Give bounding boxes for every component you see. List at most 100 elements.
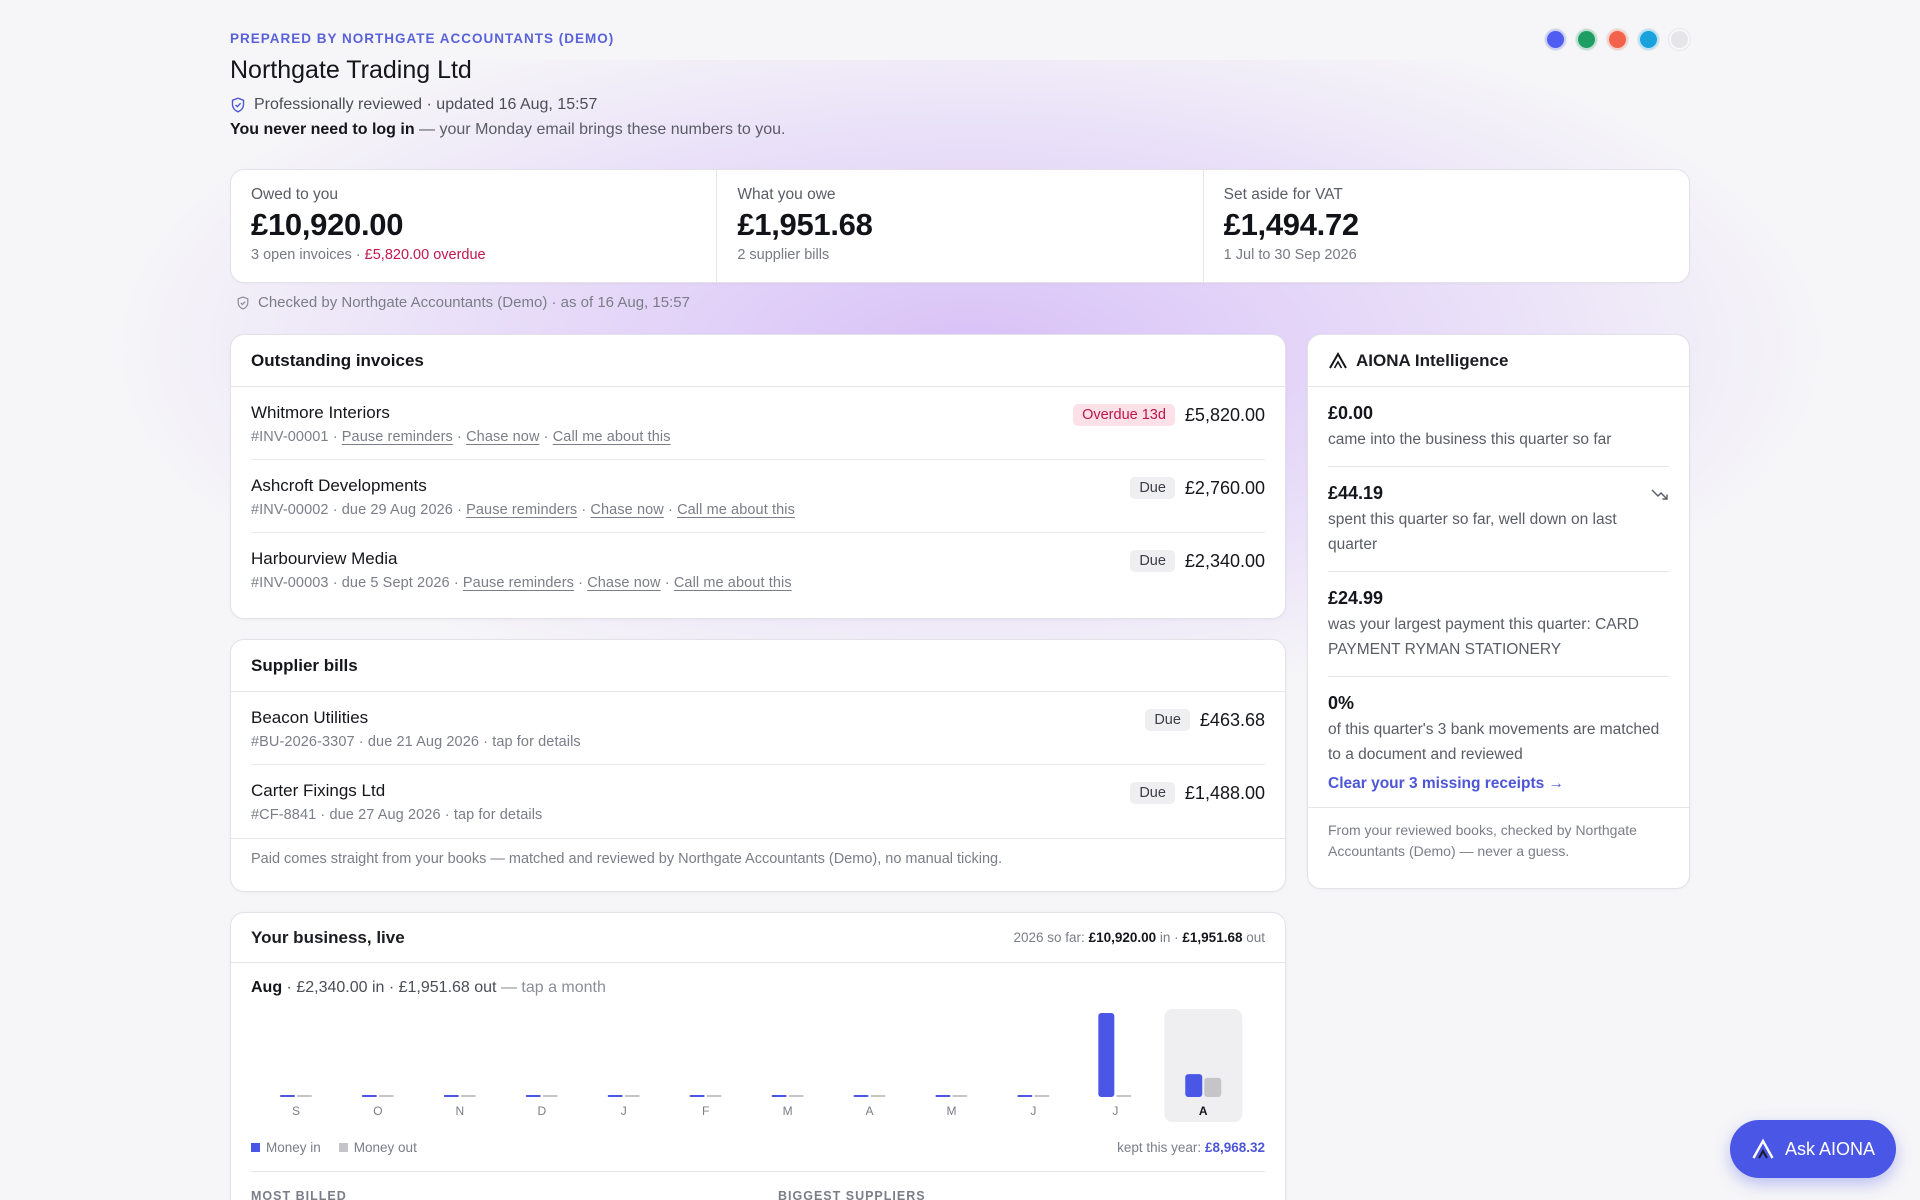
owed-value: £10,920.00: [251, 207, 404, 242]
bill-row[interactable]: Carter Fixings Ltd #CF-8841 · due 27 Aug …: [251, 765, 1265, 838]
money-in-bar: [443, 1095, 459, 1097]
invoice-client: Harbourview Media: [251, 549, 398, 568]
invoice-row[interactable]: Harbourview Media #INV-00003 · due 5 Sept…: [251, 533, 1265, 606]
divider: [251, 1171, 1265, 1172]
company-name: Northgate Trading Ltd: [230, 56, 472, 84]
call-me-link[interactable]: Call me about this: [674, 575, 792, 591]
owed-to-you-tile[interactable]: Owed to you £10,920.00 3 open invoices ·…: [231, 170, 718, 282]
vat-value: £1,494.72: [1223, 207, 1360, 242]
bill-row[interactable]: Beacon Utilities #BU-2026-3307 · due 21 A…: [251, 692, 1265, 765]
money-out-bar: [460, 1095, 476, 1097]
money-in-bar: [1017, 1095, 1033, 1097]
theme-color-option[interactable]: [1669, 29, 1690, 50]
live-title: Your business, live: [251, 927, 405, 947]
invoice-status: Overdue 13d £5,820.00: [1073, 404, 1265, 426]
aiona-title: AIONA Intelligence: [1356, 350, 1509, 370]
legend-out-swatch: [338, 1143, 348, 1152]
chart-legend: Money in Money out: [251, 1140, 417, 1155]
most-billed-heading: MOST BILLED: [251, 1189, 347, 1200]
invoice-amount: £2,340.00: [1184, 550, 1265, 571]
aiona-header: AIONA Intelligence: [1308, 335, 1689, 387]
vat-label: Set aside for VAT: [1223, 186, 1343, 203]
call-me-link[interactable]: Call me about this: [553, 429, 671, 445]
login-note: You never need to log in — your Monday e…: [230, 121, 785, 139]
month-tick-label: D: [537, 1104, 546, 1118]
money-in-bar: [853, 1095, 869, 1097]
month-column[interactable]: N: [443, 1095, 476, 1118]
month-column[interactable]: J: [1017, 1095, 1050, 1118]
bill-supplier: Carter Fixings Ltd: [251, 781, 386, 800]
pause-reminders-link[interactable]: Pause reminders: [463, 575, 574, 591]
monthly-bar-chart: SONDJFMAMJJA: [279, 1009, 1243, 1122]
ask-aiona-button[interactable]: Ask AIONA: [1730, 1120, 1896, 1178]
invoice-client: Whitmore Interiors: [251, 403, 390, 422]
month-tick-label: M: [783, 1104, 793, 1118]
month-tick-label: J: [621, 1104, 627, 1118]
month-column[interactable]: M: [771, 1095, 804, 1118]
pause-reminders-link[interactable]: Pause reminders: [466, 502, 577, 518]
supplier-bills-card: Supplier bills Beacon Utilities #BU-2026-…: [230, 639, 1286, 892]
invoice-meta: #INV-00001 · Pause reminders · Chase now…: [251, 429, 671, 445]
bill-list: Beacon Utilities #BU-2026-3307 · due 21 A…: [231, 692, 1285, 838]
shield-check-icon: [231, 97, 245, 113]
call-me-link[interactable]: Call me about this: [677, 502, 795, 518]
chase-now-link[interactable]: Chase now: [587, 575, 660, 591]
insight-text: was your largest payment this quarter: C…: [1328, 616, 1639, 658]
aiona-intelligence-card: AIONA Intelligence £0.00 came into the bu…: [1307, 334, 1690, 889]
status-badge: Due: [1130, 550, 1175, 572]
theme-color-option[interactable]: [1638, 29, 1659, 50]
month-column[interactable]: J: [607, 1095, 640, 1118]
money-out-bar: [788, 1095, 804, 1097]
month-tick-label: M: [946, 1104, 956, 1118]
chase-now-link[interactable]: Chase now: [590, 502, 663, 518]
theme-color-option[interactable]: [1545, 29, 1566, 50]
legend-in-label: Money in: [266, 1140, 321, 1155]
theme-color-option[interactable]: [1607, 29, 1628, 50]
invoice-row[interactable]: Ashcroft Developments #INV-00002 · due 29…: [251, 460, 1265, 533]
invoice-amount: £5,820.00: [1184, 404, 1265, 425]
money-in-bar: [525, 1095, 541, 1097]
clear-receipts-link[interactable]: Clear your 3 missing receipts →: [1328, 775, 1669, 793]
year-so-far-prefix: 2026 so far:: [1013, 930, 1089, 945]
month-column[interactable]: O: [361, 1095, 394, 1118]
month-column[interactable]: D: [525, 1095, 558, 1118]
legend-in-swatch: [251, 1143, 260, 1152]
invoice-ref: #INV-00002 · due 29 Aug 2026 ·: [251, 502, 467, 518]
aiona-footer: From your reviewed books, checked by Nor…: [1308, 807, 1689, 874]
insight-value: £44.19: [1328, 483, 1384, 503]
money-out-bar: [296, 1095, 312, 1097]
owed-sub-count: 3 open invoices ·: [251, 247, 365, 263]
bills-title: Supplier bills: [231, 640, 1285, 692]
month-column[interactable]: S: [279, 1095, 312, 1118]
owed-label: Owed to you: [251, 186, 339, 203]
kept-this-year: kept this year: £8,968.32: [1117, 1140, 1265, 1155]
invoice-status: Due £2,340.00: [1130, 550, 1265, 572]
login-note-rest: — your Monday email brings these numbers…: [414, 121, 786, 138]
bill-supplier: Beacon Utilities: [251, 708, 369, 727]
money-in-bar: [935, 1095, 951, 1097]
month-column[interactable]: J: [1098, 1013, 1132, 1118]
money-out-bar: [1034, 1095, 1050, 1097]
invoice-client: Ashcroft Developments: [251, 476, 427, 495]
owe-sub: 2 supplier bills: [737, 247, 830, 263]
month-column[interactable]: A: [853, 1095, 886, 1118]
pause-reminders-link[interactable]: Pause reminders: [342, 429, 453, 445]
month-column[interactable]: A: [1164, 1009, 1243, 1122]
status-badge: Due: [1145, 709, 1190, 731]
what-you-owe-tile[interactable]: What you owe £1,951.68 2 supplier bills: [717, 170, 1204, 282]
month-column[interactable]: M: [935, 1095, 968, 1118]
month-column[interactable]: F: [689, 1095, 722, 1118]
theme-color-option[interactable]: [1576, 29, 1597, 50]
summary-bar: Owed to you £10,920.00 3 open invoices ·…: [230, 169, 1690, 283]
invoice-list: Whitmore Interiors #INV-00001 · Pause rem…: [231, 387, 1285, 606]
month-tick-label: A: [1199, 1104, 1208, 1118]
year-out-total: £1,951.68: [1182, 930, 1243, 945]
invoice-row[interactable]: Whitmore Interiors #INV-00001 · Pause rem…: [251, 387, 1265, 460]
chase-now-link[interactable]: Chase now: [466, 429, 539, 445]
status-badge: Overdue 13d: [1073, 404, 1175, 426]
money-out-bar: [542, 1095, 558, 1097]
money-in-bar: [361, 1095, 377, 1097]
year-in-total: £10,920.00: [1088, 930, 1157, 945]
money-in-bar: [771, 1095, 787, 1097]
vat-tile[interactable]: Set aside for VAT £1,494.72 1 Jul to 30 …: [1204, 170, 1689, 282]
